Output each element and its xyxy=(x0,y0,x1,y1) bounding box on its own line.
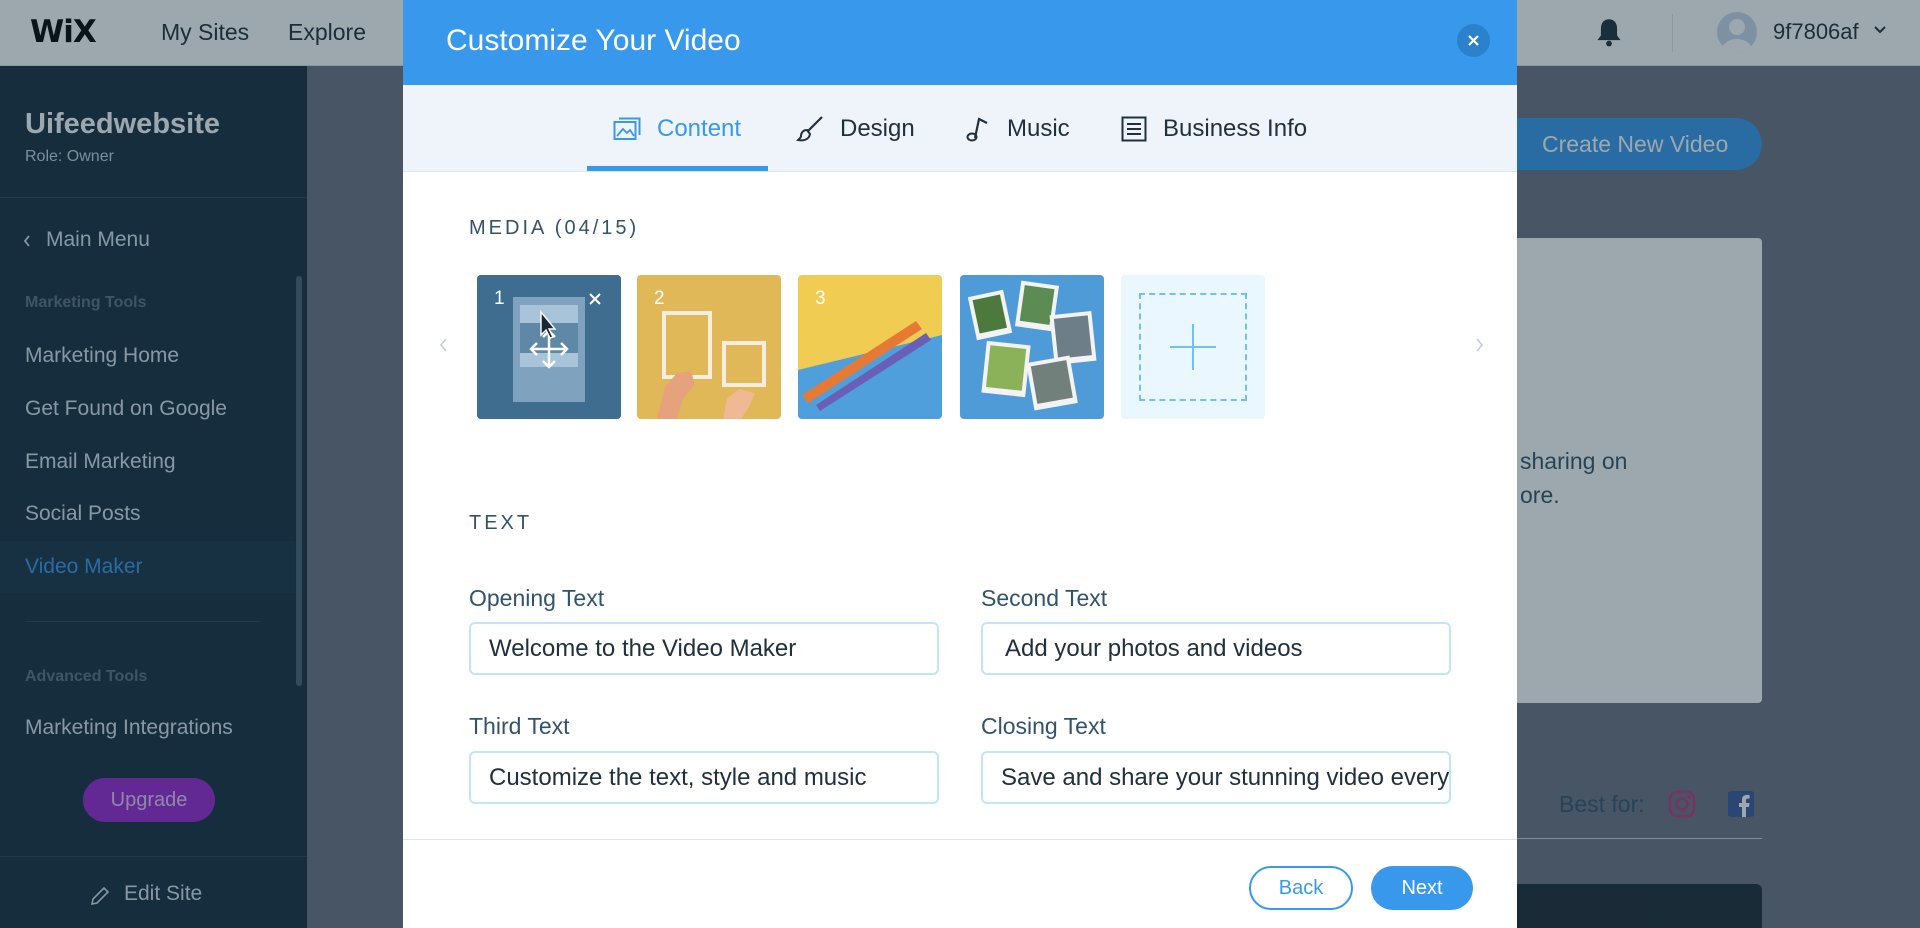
tab-label: Music xyxy=(1007,114,1070,142)
chevron-left-icon[interactable] xyxy=(438,336,450,354)
tab-music[interactable]: Music xyxy=(965,85,1070,172)
plus-icon xyxy=(1170,324,1216,370)
media-thumbnail[interactable]: 3 xyxy=(798,275,942,419)
modal-tabs: Content Design Music Business Info xyxy=(403,85,1517,172)
media-image xyxy=(960,275,1104,419)
tab-label: Business Info xyxy=(1163,114,1308,142)
media-section-label: MEDIA (04/15) xyxy=(469,217,640,239)
brush-icon xyxy=(796,115,823,141)
modal-title: Customize Your Video xyxy=(446,24,741,57)
second-text-input[interactable]: Add your photos and videos xyxy=(981,622,1451,675)
close-button[interactable] xyxy=(1457,24,1490,57)
chevron-right-icon[interactable] xyxy=(1473,336,1485,354)
tab-design[interactable]: Design xyxy=(796,85,915,172)
third-text-label: Third Text xyxy=(469,713,570,739)
add-media-button[interactable] xyxy=(1121,275,1265,419)
modal-header: Customize Your Video xyxy=(403,0,1517,85)
image-icon xyxy=(613,117,641,140)
closing-text-label: Closing Text xyxy=(981,713,1106,739)
active-tab-indicator xyxy=(587,166,768,171)
text-section-label: TEXT xyxy=(469,512,533,534)
list-icon xyxy=(1121,116,1147,141)
tab-content[interactable]: Content xyxy=(613,85,741,172)
media-thumbnail[interactable]: 1 xyxy=(477,275,621,419)
customize-video-modal: Customize Your Video Content Design Musi… xyxy=(403,0,1517,928)
close-icon xyxy=(1468,35,1479,46)
back-button[interactable]: Back xyxy=(1249,866,1353,910)
third-text-input[interactable]: Customize the text, style and music xyxy=(469,751,939,804)
closing-text-input[interactable]: Save and share your stunning video every xyxy=(981,751,1451,804)
opening-text-label: Opening Text xyxy=(469,585,605,611)
media-thumbnail[interactable] xyxy=(960,275,1104,419)
remove-icon[interactable] xyxy=(587,291,603,307)
tab-label: Design xyxy=(840,114,915,142)
media-number: 3 xyxy=(815,288,826,309)
opening-text-input[interactable]: Welcome to the Video Maker xyxy=(469,622,939,675)
next-button[interactable]: Next xyxy=(1371,866,1473,910)
music-note-icon xyxy=(966,116,988,141)
media-thumbnail[interactable]: 2 xyxy=(637,275,781,419)
tab-business-info[interactable]: Business Info xyxy=(1121,85,1307,172)
second-text-label: Second Text xyxy=(981,585,1108,611)
modal-footer: Back Next xyxy=(403,839,1517,928)
tab-label: Content xyxy=(657,114,742,142)
media-number: 1 xyxy=(494,288,505,309)
media-number: 2 xyxy=(654,288,665,309)
